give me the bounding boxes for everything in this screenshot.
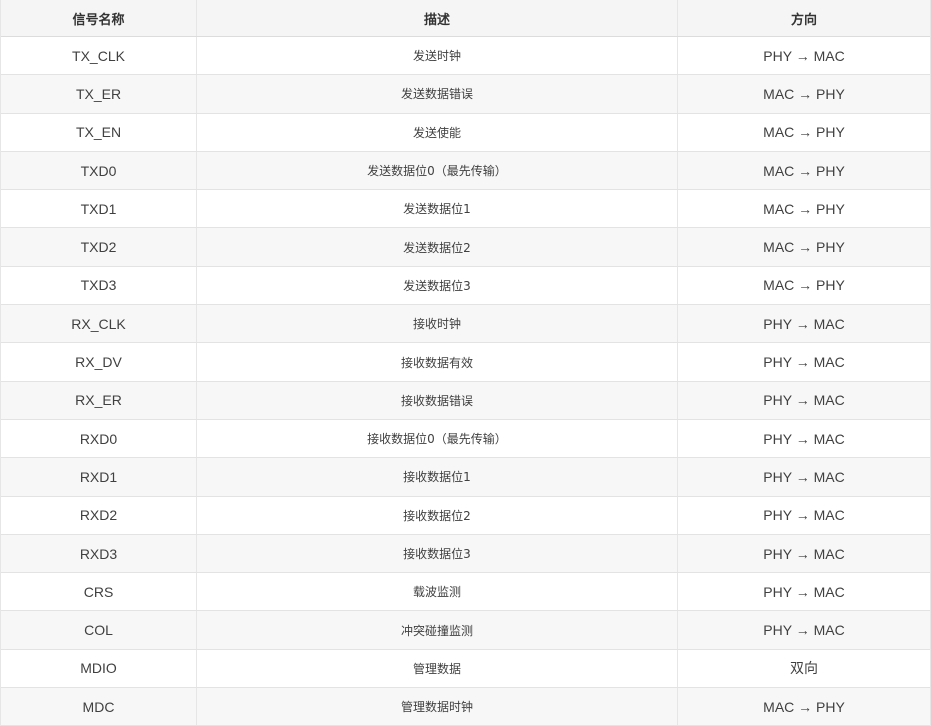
description-cell: 发送数据错误 <box>197 75 678 113</box>
description-cell: 接收数据错误 <box>197 381 678 419</box>
direction-cell: PHY → MAC <box>763 392 845 409</box>
description-cell: 管理数据 <box>197 649 678 688</box>
description-cell: 发送数据位3 <box>197 266 678 305</box>
signal-name-cell: TXD2 <box>1 228 197 266</box>
table-row: RXD1 接收数据位1 PHY → MAC <box>1 458 930 497</box>
signal-name-cell: TX_ER <box>1 75 197 113</box>
table-row: RXD3 接收数据位3 PHY → MAC <box>1 534 930 574</box>
table-row: RX_DV 接收数据有效 PHY → MAC <box>1 343 930 382</box>
direction-cell: PHY → MAC <box>763 545 845 562</box>
direction-cell: PHY → MAC <box>763 47 845 64</box>
description-cell: 接收数据位3 <box>197 534 678 573</box>
header-signal-name: 信号名称 <box>1 0 197 36</box>
table-row: RXD2 接收数据位2 PHY → MAC <box>1 496 930 535</box>
signal-name-cell: CRS <box>1 573 197 611</box>
direction-cell: MAC → PHY <box>763 200 845 217</box>
description-cell: 发送使能 <box>197 113 678 151</box>
direction-cell: MAC → PHY <box>763 698 845 715</box>
header-description: 描述 <box>197 0 678 36</box>
table-row: MDIO 管理数据 双向 <box>1 649 930 689</box>
signal-name-cell: RXD2 <box>1 496 197 534</box>
description-cell: 接收数据位0（最先传输） <box>197 419 678 458</box>
table-row: RX_ER 接收数据错误 PHY → MAC <box>1 381 930 420</box>
signal-name-cell: TXD0 <box>1 151 197 190</box>
direction-cell: PHY → MAC <box>763 354 845 371</box>
direction-cell: MAC → PHY <box>763 124 845 141</box>
table-header-row: 信号名称 描述 方向 <box>1 0 930 37</box>
signal-table: 信号名称 描述 方向 TX_CLK 发送时钟 PHY → MAC TX_ER 发送数据错… <box>0 0 931 726</box>
direction-cell: 双向 <box>790 660 818 677</box>
signal-name-cell: TX_EN <box>1 113 197 151</box>
direction-cell: PHY → MAC <box>763 507 845 524</box>
signal-name-cell: TXD3 <box>1 266 197 305</box>
signal-name-cell: MDIO <box>1 649 197 688</box>
description-cell: 发送数据位1 <box>197 190 678 228</box>
description-cell: 接收数据位1 <box>197 458 678 496</box>
description-cell: 接收数据位2 <box>197 496 678 534</box>
signal-name-cell: COL <box>1 611 197 649</box>
signal-name-cell: RX_DV <box>1 343 197 381</box>
direction-cell: MAC → PHY <box>763 239 845 256</box>
description-cell: 发送数据位0（最先传输） <box>197 151 678 190</box>
direction-cell: PHY → MAC <box>763 622 845 639</box>
signal-name-cell: RXD1 <box>1 458 197 496</box>
direction-cell: PHY → MAC <box>763 583 845 600</box>
direction-cell: PHY → MAC <box>763 430 845 447</box>
table-row: TXD1 发送数据位1 MAC → PHY <box>1 190 930 229</box>
table-row: CRS 载波监测 PHY → MAC <box>1 573 930 612</box>
direction-cell: PHY → MAC <box>763 315 845 332</box>
description-cell: 发送数据位2 <box>197 228 678 266</box>
description-cell: 发送时钟 <box>197 37 678 75</box>
table-row: TXD0 发送数据位0（最先传输） MAC → PHY <box>1 151 930 191</box>
table-row: TXD2 发送数据位2 MAC → PHY <box>1 228 930 267</box>
header-direction: 方向 <box>790 11 817 27</box>
table-row: TX_CLK 发送时钟 PHY → MAC <box>1 37 930 76</box>
description-cell: 冲突碰撞监测 <box>197 611 678 649</box>
table-body: TX_CLK 发送时钟 PHY → MAC TX_ER 发送数据错误 MAC → PHY T… <box>1 37 930 726</box>
signal-name-cell: RX_ER <box>1 381 197 419</box>
description-cell: 载波监测 <box>197 573 678 611</box>
description-cell: 接收数据有效 <box>197 343 678 381</box>
table-row: RXD0 接收数据位0（最先传输） PHY → MAC <box>1 419 930 459</box>
table-row: TXD3 发送数据位3 MAC → PHY <box>1 266 930 306</box>
signal-name-cell: RXD0 <box>1 419 197 458</box>
table-row: TX_EN 发送使能 MAC → PHY <box>1 113 930 152</box>
direction-cell: PHY → MAC <box>763 468 845 485</box>
signal-name-cell: RXD3 <box>1 534 197 573</box>
table-row: MDC 管理数据时钟 MAC → PHY <box>1 688 930 726</box>
table-row: TX_ER 发送数据错误 MAC → PHY <box>1 75 930 114</box>
direction-cell: MAC → PHY <box>763 277 845 294</box>
direction-cell: MAC → PHY <box>763 162 845 179</box>
table-row: COL 冲突碰撞监测 PHY → MAC <box>1 611 930 650</box>
signal-name-cell: TXD1 <box>1 190 197 228</box>
description-cell: 接收时钟 <box>197 305 678 343</box>
signal-name-cell: RX_CLK <box>1 305 197 343</box>
direction-cell: MAC → PHY <box>763 85 845 102</box>
signal-name-cell: MDC <box>1 688 197 726</box>
table-row: RX_CLK 接收时钟 PHY → MAC <box>1 305 930 344</box>
description-cell: 管理数据时钟 <box>197 688 678 726</box>
signal-name-cell: TX_CLK <box>1 37 197 75</box>
